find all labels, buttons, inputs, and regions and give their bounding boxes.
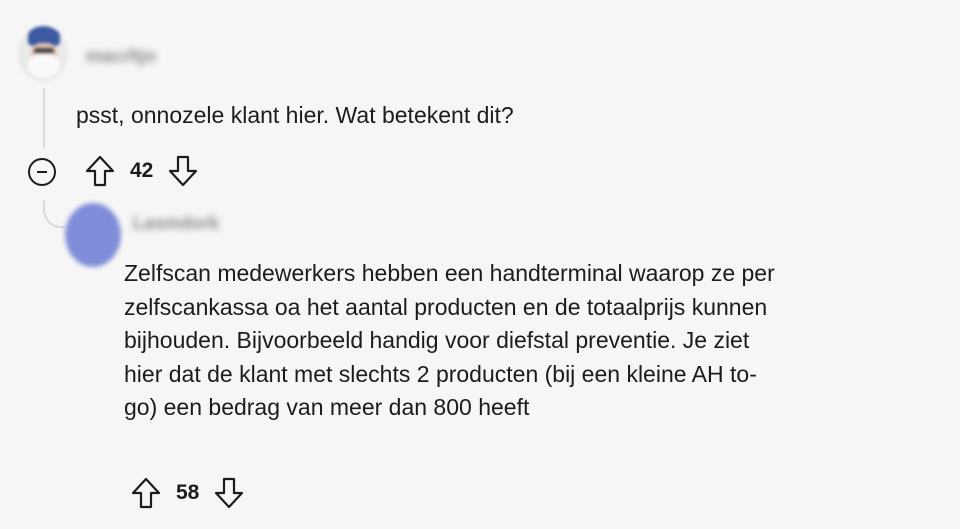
vote-score: 58: [176, 481, 200, 504]
downvote-icon[interactable]: [213, 476, 245, 510]
comment-line: bijhouden. Bijvoorbeeld handig voor dief…: [124, 327, 750, 353]
downvote-icon[interactable]: [167, 154, 199, 188]
comment-username[interactable]: Lasmdork: [133, 213, 219, 234]
comment-line: go) een bedrag van meer dan 800 heeft: [124, 394, 530, 420]
comment-body: Zelfscan medewerkers hebben een handterm…: [124, 257, 944, 425]
comment-line: hier dat de klant met slechts 2 producte…: [124, 360, 757, 387]
comment-line: Zelfscan medewerkers hebben een handterm…: [124, 260, 775, 286]
comment-username[interactable]: macrltjo: [86, 46, 156, 67]
comment-line: zelfscankassa oa het aantal producten en…: [124, 293, 768, 320]
collapse-thread-button[interactable]: [28, 158, 56, 186]
comment-body: psst, onnozele klant hier. Wat betekent …: [76, 102, 514, 128]
reply-thread-connector: [43, 200, 65, 228]
avatar[interactable]: [18, 26, 68, 82]
upvote-icon[interactable]: [130, 476, 162, 510]
avatar[interactable]: [65, 203, 121, 267]
thread-line: [43, 88, 45, 148]
vote-controls: 58: [130, 476, 245, 510]
upvote-icon[interactable]: [84, 154, 116, 188]
vote-score: 42: [130, 159, 154, 182]
vote-controls: 42: [84, 154, 199, 188]
